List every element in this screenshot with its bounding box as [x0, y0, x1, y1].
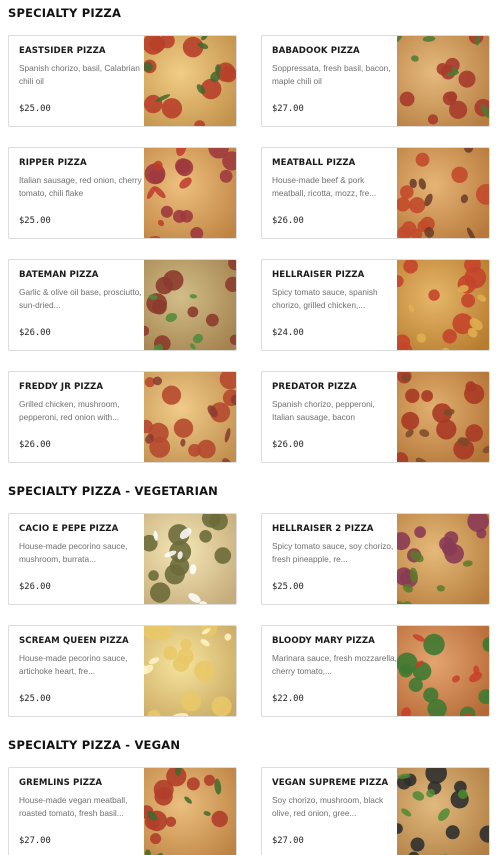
menu-item-price: $25.00 [19, 104, 51, 114]
menu-item-info: BATEMAN PIZZA Garlic & olive oil base, p… [19, 270, 144, 312]
menu-item-name: CACIO E PEPE PIZZA [19, 524, 119, 534]
menu-item-description: Spanish chorizo, pepperoni, Italian saus… [272, 399, 375, 422]
menu-item-description: House-made pecorino sauce, artichoke hea… [19, 653, 128, 676]
menu-item-info: FREDDY JR PIZZA Grilled chicken, mushroo… [19, 382, 144, 424]
menu-item-price: $26.00 [19, 440, 51, 450]
pizza-eastsider-image[interactable] [144, 36, 236, 126]
menu-item-name: HELLRAISER 2 PIZZA [272, 524, 374, 534]
menu-item-info: CACIO E PEPE PIZZA House-made pecorino s… [19, 524, 144, 566]
menu-item-info: MEATBALL PIZZA House-made beef & pork me… [272, 158, 397, 200]
pizza-babadook-image[interactable] [397, 36, 489, 126]
pizza-meatball-image[interactable] [397, 148, 489, 238]
menu-item-description: Spicy tomato sauce, spanish chorizo, gri… [272, 287, 378, 310]
pizza-vegan-supreme-image[interactable] [397, 768, 489, 855]
menu-item-price: $27.00 [272, 836, 304, 846]
pizza-cacio-e-pepe-image[interactable] [144, 514, 236, 604]
menu-item-card[interactable]: HELLRAISER PIZZA Spicy tomato sauce, spa… [261, 259, 490, 351]
menu-item-name: SCREAM QUEEN PIZZA [19, 636, 129, 646]
menu-item-name: EASTSIDER PIZZA [19, 46, 106, 56]
menu-item-card[interactable]: GREMLINS PIZZA House-made vegan meatball… [8, 767, 237, 855]
menu-item-card[interactable]: VEGAN SUPREME PIZZA Soy chorizo, mushroo… [261, 767, 490, 855]
menu-item-card[interactable]: EASTSIDER PIZZA Spanish chorizo, basil, … [8, 35, 237, 127]
menu-item-description: Spicy tomato sauce, soy chorizo, fresh p… [272, 541, 394, 564]
menu-item-info: SCREAM QUEEN PIZZA House-made pecorino s… [19, 636, 144, 678]
menu-item-info: EASTSIDER PIZZA Spanish chorizo, basil, … [19, 46, 144, 88]
pizza-bateman-image[interactable] [144, 260, 236, 350]
menu-item-name: RIPPER PIZZA [19, 158, 87, 168]
section-title: SPECIALTY PIZZA - VEGETARIAN [8, 484, 219, 498]
menu-item-card[interactable]: SCREAM QUEEN PIZZA House-made pecorino s… [8, 625, 237, 717]
menu-item-info: PREDATOR PIZZA Spanish chorizo, pepperon… [272, 382, 397, 424]
menu-item-price: $26.00 [19, 582, 51, 592]
menu-item-card[interactable]: FREDDY JR PIZZA Grilled chicken, mushroo… [8, 371, 237, 463]
menu-item-info: RIPPER PIZZA Italian sausage, red onion,… [19, 158, 144, 200]
menu-item-description: Italian sausage, red onion, cherry tomat… [19, 175, 142, 198]
menu-item-price: $26.00 [272, 440, 304, 450]
menu-item-name: BATEMAN PIZZA [19, 270, 99, 280]
pizza-freddy-jr-image[interactable] [144, 372, 236, 462]
menu-item-price: $27.00 [272, 104, 304, 114]
menu-item-info: VEGAN SUPREME PIZZA Soy chorizo, mushroo… [272, 778, 397, 820]
menu-item-name: VEGAN SUPREME PIZZA [272, 778, 389, 788]
menu-item-description: Soppressata, fresh basil, bacon, maple c… [272, 63, 391, 86]
menu-item-description: Soy chorizo, mushroom, black olive, red … [272, 795, 384, 818]
pizza-scream-queen-image[interactable] [144, 626, 236, 716]
menu-item-description: Spanish chorizo, basil, Calabrian chili … [19, 63, 140, 86]
menu-item-card[interactable]: MEATBALL PIZZA House-made beef & pork me… [261, 147, 490, 239]
menu-item-description: House-made vegan meatball, roasted tomat… [19, 795, 128, 818]
menu-item-card[interactable]: CACIO E PEPE PIZZA House-made pecorino s… [8, 513, 237, 605]
menu-item-info: HELLRAISER 2 PIZZA Spicy tomato sauce, s… [272, 524, 397, 566]
pizza-bloody-mary-image[interactable] [397, 626, 489, 716]
pizza-hellraiser-2-image[interactable] [397, 514, 489, 604]
menu-item-name: BLOODY MARY PIZZA [272, 636, 375, 646]
menu-item-info: GREMLINS PIZZA House-made vegan meatball… [19, 778, 144, 820]
menu-item-price: $24.00 [272, 328, 304, 338]
pizza-gremlins-image[interactable] [144, 768, 236, 855]
menu-item-name: MEATBALL PIZZA [272, 158, 356, 168]
section-title: SPECIALTY PIZZA [8, 6, 122, 20]
menu-item-card[interactable]: HELLRAISER 2 PIZZA Spicy tomato sauce, s… [261, 513, 490, 605]
menu-item-description: House-made pecorino sauce, mushroom, bur… [19, 541, 128, 564]
pizza-hellraiser-image[interactable] [397, 260, 489, 350]
menu-item-price: $26.00 [19, 328, 51, 338]
menu-item-description: Marinara sauce, fresh mozzarella, cherry… [272, 653, 397, 676]
menu-item-price: $26.00 [272, 216, 304, 226]
menu-item-info: BLOODY MARY PIZZA Marinara sauce, fresh … [272, 636, 397, 678]
menu-item-card[interactable]: RIPPER PIZZA Italian sausage, red onion,… [8, 147, 237, 239]
menu-item-card[interactable]: BLOODY MARY PIZZA Marinara sauce, fresh … [261, 625, 490, 717]
menu-item-price: $27.00 [19, 836, 51, 846]
menu-item-name: GREMLINS PIZZA [19, 778, 103, 788]
menu-item-price: $25.00 [19, 694, 51, 704]
menu-item-price: $25.00 [19, 216, 51, 226]
menu-item-description: Grilled chicken, mushroom, pepperoni, re… [19, 399, 120, 422]
menu-item-description: Garlic & olive oil base, prosciutto, sun… [19, 287, 142, 310]
menu-item-name: BABADOOK PIZZA [272, 46, 360, 56]
menu-item-name: PREDATOR PIZZA [272, 382, 357, 392]
menu-item-card[interactable]: PREDATOR PIZZA Spanish chorizo, pepperon… [261, 371, 490, 463]
menu-item-card[interactable]: BABADOOK PIZZA Soppressata, fresh basil,… [261, 35, 490, 127]
section-title: SPECIALTY PIZZA - VEGAN [8, 738, 181, 752]
menu-item-info: HELLRAISER PIZZA Spicy tomato sauce, spa… [272, 270, 397, 312]
menu-item-card[interactable]: BATEMAN PIZZA Garlic & olive oil base, p… [8, 259, 237, 351]
menu-item-price: $22.00 [272, 694, 304, 704]
menu-item-info: BABADOOK PIZZA Soppressata, fresh basil,… [272, 46, 397, 88]
menu-item-price: $25.00 [272, 582, 304, 592]
menu-item-name: HELLRAISER PIZZA [272, 270, 365, 280]
menu-item-description: House-made beef & pork meatball, ricotta… [272, 175, 377, 198]
pizza-ripper-image[interactable] [144, 148, 236, 238]
pizza-predator-image[interactable] [397, 372, 489, 462]
menu-item-name: FREDDY JR PIZZA [19, 382, 104, 392]
